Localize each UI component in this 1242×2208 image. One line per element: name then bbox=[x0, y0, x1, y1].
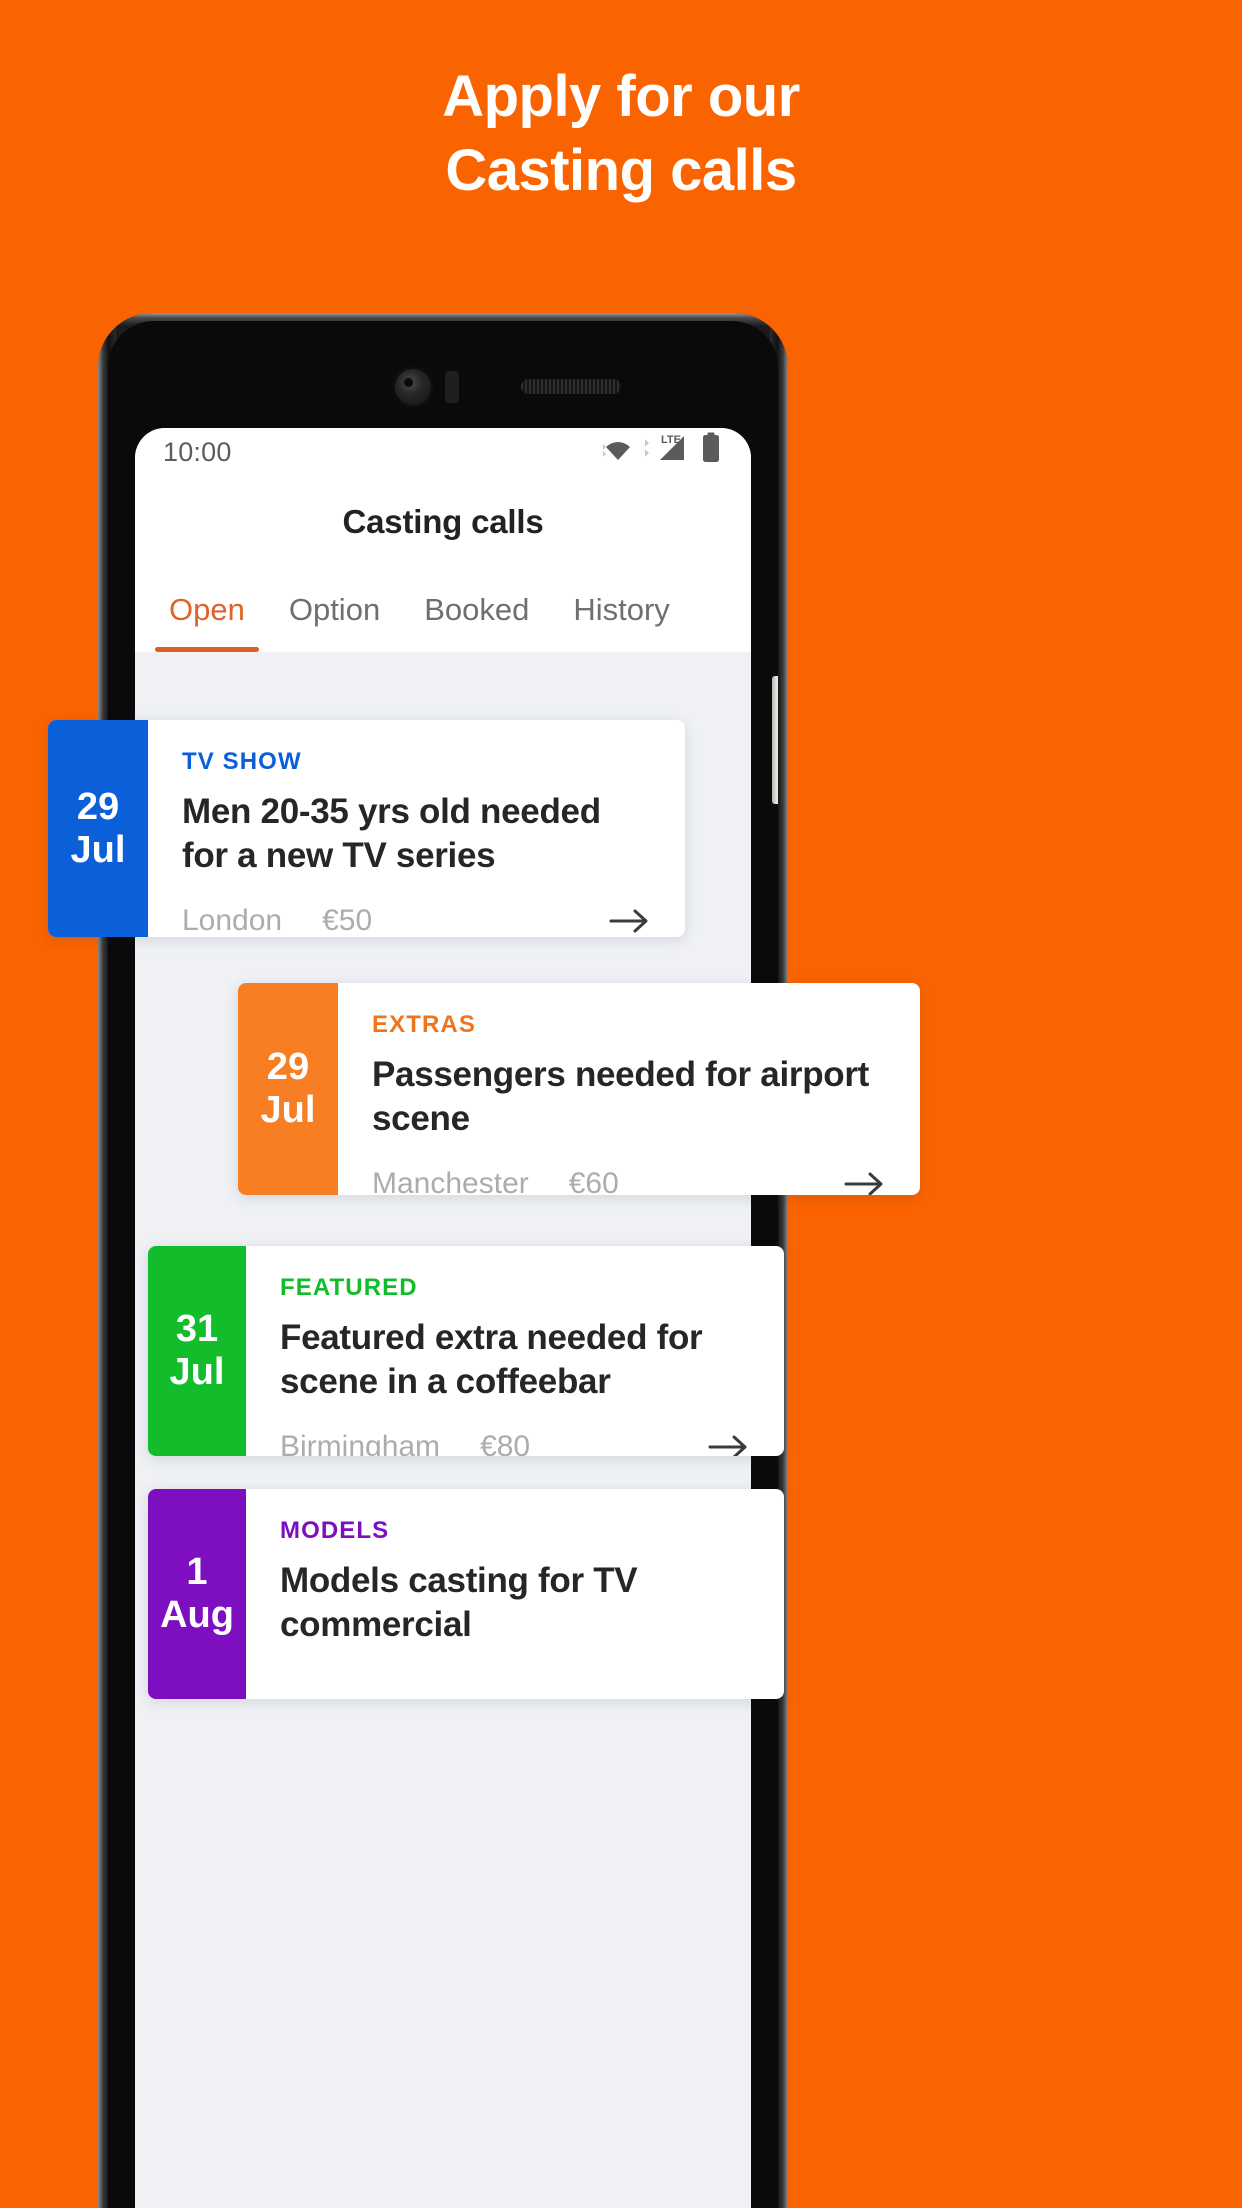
card-location: London bbox=[182, 904, 283, 937]
card-footer: Birmingham €80 bbox=[280, 1404, 750, 1456]
card-date-day: 31 bbox=[175, 1308, 219, 1351]
card-date-block: 29 Jul bbox=[48, 720, 148, 937]
card-footer: Manchester €60 bbox=[372, 1141, 886, 1195]
cards-layer: 29 Jul TV SHOW Men 20-35 yrs old needed … bbox=[48, 313, 920, 2208]
card-title: Men 20-35 yrs old needed for a new TV se… bbox=[182, 792, 601, 876]
card-date-month: Jul bbox=[70, 828, 126, 871]
card-date-day: 1 bbox=[186, 1551, 208, 1594]
card-title: Featured extra needed for scene in a cof… bbox=[280, 1318, 703, 1402]
card-date-month: Jul bbox=[169, 1351, 225, 1393]
card-date-block: 29 Jul bbox=[238, 983, 338, 1195]
card-date-block: 1 Aug bbox=[148, 1489, 246, 1699]
card-date-day: 29 bbox=[266, 1046, 310, 1089]
promo-heading-line-1: Apply for our bbox=[442, 64, 800, 129]
card-body: EXTRAS Passengers needed for airport sce… bbox=[338, 983, 920, 1195]
casting-call-card[interactable]: 29 Jul EXTRAS Passengers needed for airp… bbox=[238, 983, 920, 1195]
card-date-day: 29 bbox=[76, 785, 120, 828]
card-body: FEATURED Featured extra needed for scene… bbox=[246, 1246, 784, 1456]
card-date-month: Aug bbox=[160, 1594, 234, 1636]
card-category: TV SHOW bbox=[182, 748, 302, 775]
card-category: EXTRAS bbox=[372, 1011, 476, 1038]
card-location: Manchester bbox=[372, 1167, 529, 1195]
promo-heading: Apply for our Casting calls bbox=[0, 60, 1242, 208]
card-price: €60 bbox=[568, 1167, 619, 1195]
arrow-right-icon[interactable] bbox=[609, 907, 651, 935]
card-date-block: 31 Jul bbox=[148, 1246, 246, 1456]
arrow-right-icon[interactable] bbox=[708, 1433, 750, 1456]
card-body: MODELS Models casting for TV commercial bbox=[246, 1489, 784, 1699]
casting-call-card[interactable]: 29 Jul TV SHOW Men 20-35 yrs old needed … bbox=[48, 720, 685, 937]
casting-call-card[interactable]: 1 Aug MODELS Models casting for TV comme… bbox=[148, 1489, 784, 1699]
casting-call-card[interactable]: 31 Jul FEATURED Featured extra needed fo… bbox=[148, 1246, 784, 1456]
card-price: €80 bbox=[480, 1430, 531, 1456]
arrow-right-icon[interactable] bbox=[844, 1170, 886, 1195]
card-title: Models casting for TV commercial bbox=[280, 1561, 638, 1645]
card-title: Passengers needed for airport scene bbox=[372, 1055, 870, 1139]
card-category: FEATURED bbox=[280, 1274, 418, 1301]
card-date-month: Jul bbox=[260, 1089, 316, 1131]
card-footer: London €50 bbox=[182, 878, 651, 937]
card-price: €50 bbox=[322, 904, 373, 937]
card-body: TV SHOW Men 20-35 yrs old needed for a n… bbox=[148, 720, 685, 937]
promo-heading-line-2: Casting calls bbox=[445, 137, 797, 203]
card-category: MODELS bbox=[280, 1517, 390, 1544]
card-location: Birmingham bbox=[280, 1430, 441, 1456]
